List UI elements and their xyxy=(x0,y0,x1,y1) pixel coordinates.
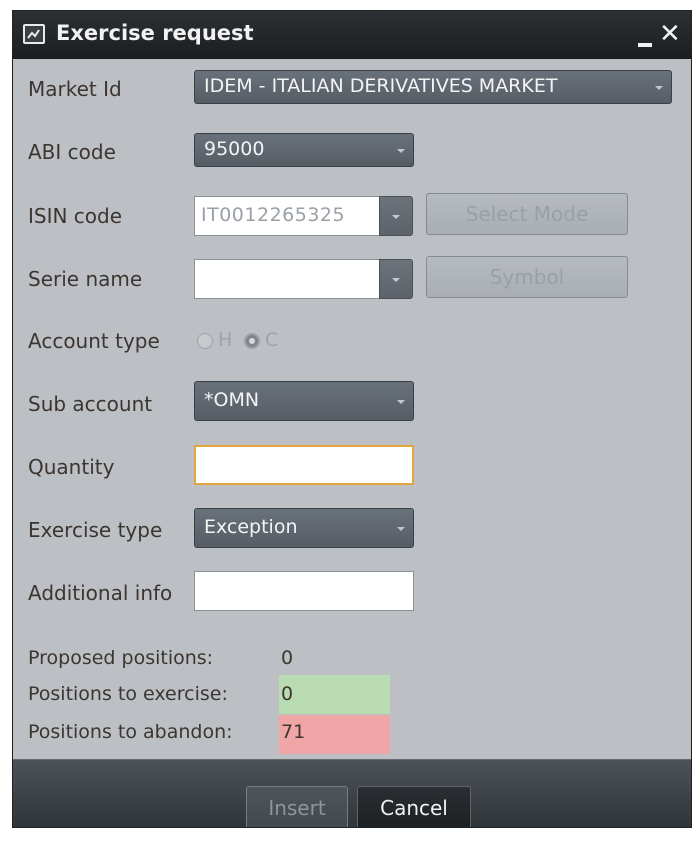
positions-to-exercise-cell xyxy=(279,675,390,714)
positions-to-abandon-label: Positions to abandon: xyxy=(28,721,233,743)
serie-name-label: Serie name xyxy=(28,267,143,291)
quantity-field[interactable] xyxy=(194,445,414,485)
chevron-down-icon xyxy=(397,149,405,153)
chevron-down-icon xyxy=(392,215,400,219)
proposed-positions-value: 0 xyxy=(281,647,294,669)
app-window-icon xyxy=(23,24,45,44)
insert-button[interactable]: Insert xyxy=(246,786,348,827)
positions-to-exercise-value: 0 xyxy=(281,683,294,705)
market-id-label: Market Id xyxy=(28,77,122,101)
exercise-type-select[interactable]: Exception xyxy=(194,508,414,548)
account-type-h-label: H xyxy=(218,329,233,351)
cancel-button[interactable]: Cancel xyxy=(357,786,471,827)
select-mode-button[interactable]: Select Mode xyxy=(426,193,628,235)
positions-to-abandon-value: 71 xyxy=(281,721,306,743)
sub-account-select[interactable]: *OMN xyxy=(194,381,414,421)
proposed-positions-label: Proposed positions: xyxy=(28,647,214,669)
account-type-c-label: C xyxy=(265,329,279,351)
quantity-label: Quantity xyxy=(28,455,115,479)
additional-info-field[interactable] xyxy=(194,571,414,611)
close-icon[interactable]: ✕ xyxy=(659,21,681,47)
title-bar: Exercise request ✕ xyxy=(13,11,691,59)
exercise-type-value: Exception xyxy=(204,516,298,538)
chevron-down-icon xyxy=(397,400,405,404)
chevron-down-icon xyxy=(397,527,405,531)
abi-code-label: ABI code xyxy=(28,140,116,164)
chevron-down-icon xyxy=(392,278,400,282)
dialog-footer: Insert Cancel xyxy=(13,759,691,827)
chevron-down-icon xyxy=(655,86,663,90)
sub-account-label: Sub account xyxy=(28,392,153,416)
market-id-select[interactable]: IDEM - ITALIAN DERIVATIVES MARKET xyxy=(194,70,672,104)
serie-name-dropdown-button[interactable] xyxy=(379,259,413,299)
sub-account-value: *OMN xyxy=(204,389,260,411)
isin-code-label: ISIN code xyxy=(28,204,123,228)
market-id-value: IDEM - ITALIAN DERIVATIVES MARKET xyxy=(204,75,558,97)
exercise-request-dialog: Exercise request ✕ Market Id IDEM - ITAL… xyxy=(12,10,692,828)
minimize-icon[interactable] xyxy=(638,43,652,47)
positions-to-exercise-label: Positions to exercise: xyxy=(28,683,228,705)
additional-info-label: Additional info xyxy=(28,581,173,605)
symbol-button[interactable]: Symbol xyxy=(426,256,628,298)
serie-name-field[interactable] xyxy=(194,259,380,299)
account-type-h-radio[interactable] xyxy=(197,333,213,349)
isin-code-field[interactable]: IT0012265325 xyxy=(194,196,380,236)
isin-code-dropdown-button[interactable] xyxy=(379,196,413,236)
exercise-type-label: Exercise type xyxy=(28,518,163,542)
abi-code-select[interactable]: 95000 xyxy=(194,133,414,167)
account-type-label: Account type xyxy=(28,329,160,353)
window-title: Exercise request xyxy=(56,21,254,45)
account-type-c-radio[interactable] xyxy=(244,333,260,349)
isin-code-value: IT0012265325 xyxy=(201,204,346,226)
abi-code-value: 95000 xyxy=(204,138,265,160)
